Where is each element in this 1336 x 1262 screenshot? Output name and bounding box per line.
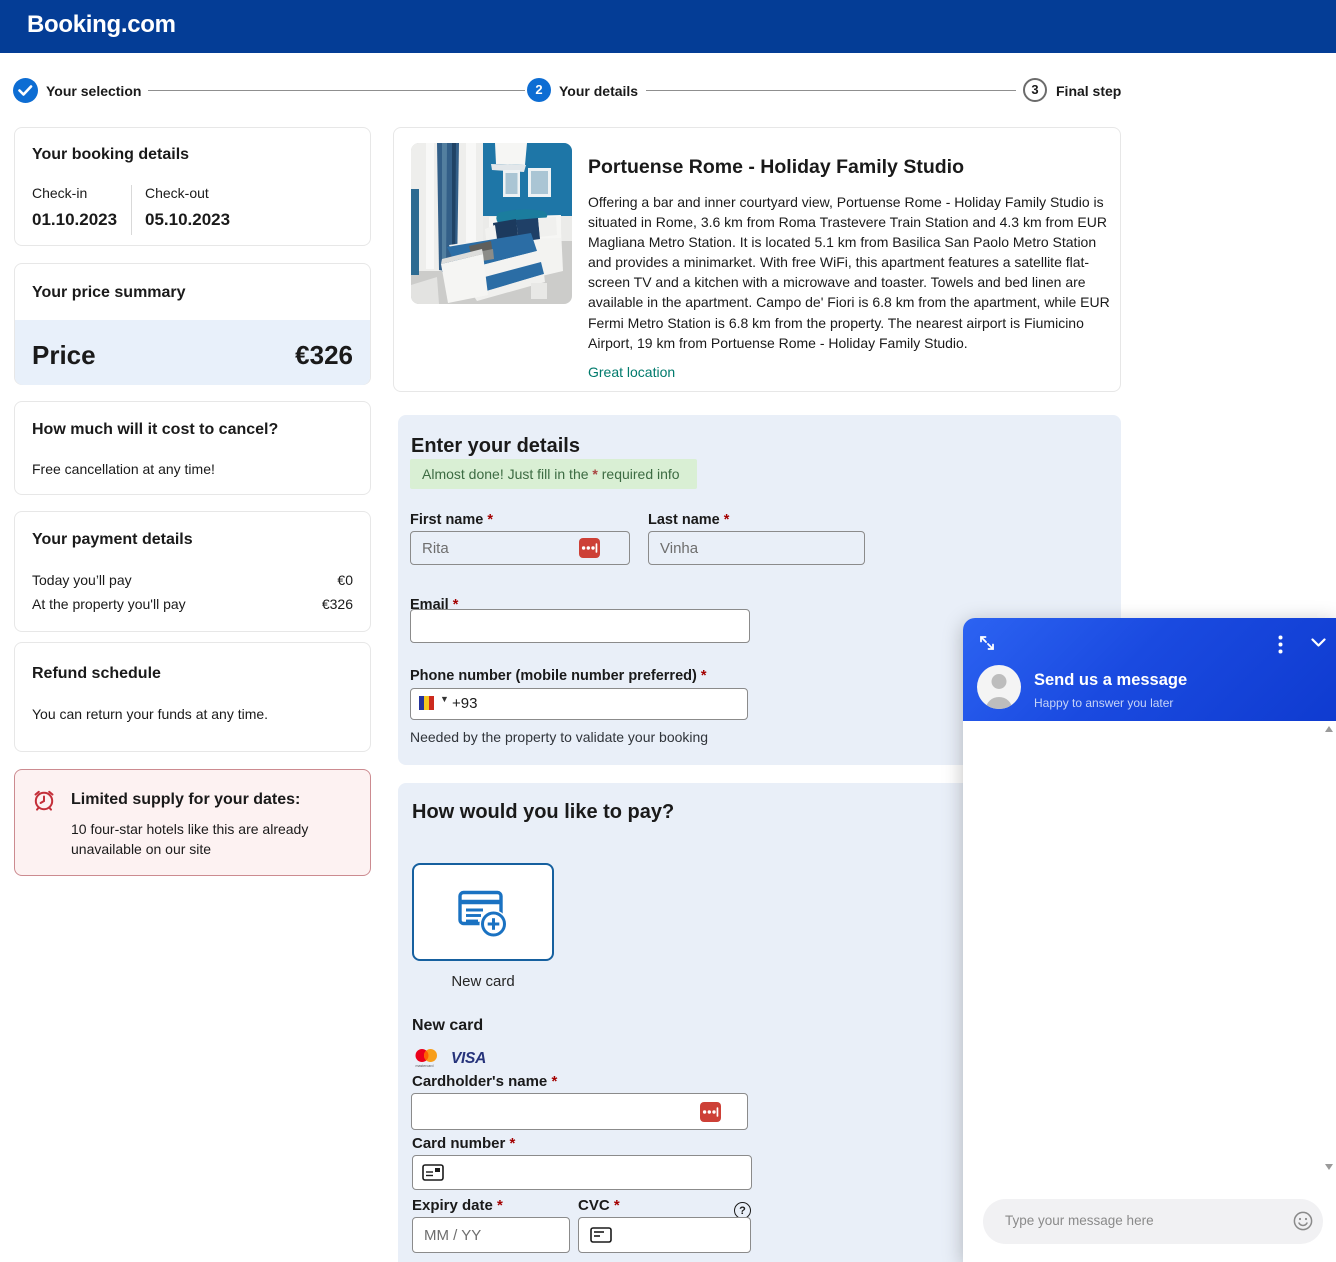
svg-text:mastercard: mastercard — [416, 1064, 434, 1068]
